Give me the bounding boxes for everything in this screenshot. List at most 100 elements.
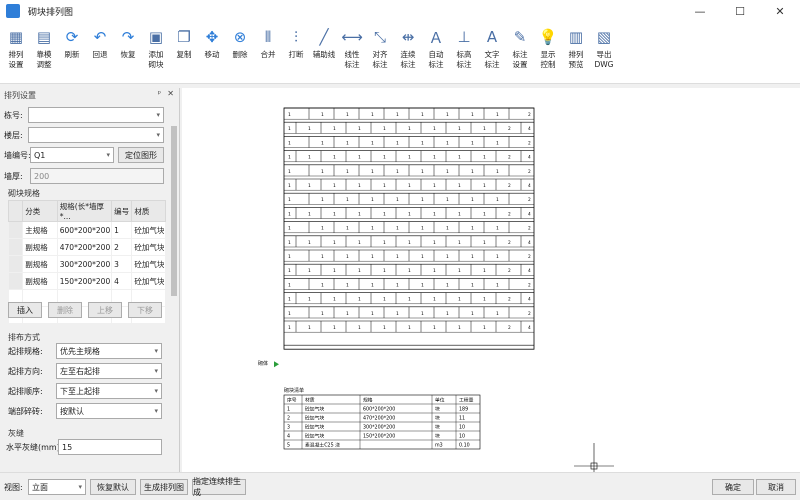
spec-col-category[interactable]: 分类 — [22, 200, 58, 222]
spec-cell[interactable]: 3 — [111, 255, 133, 273]
toolbar-redo-button[interactable]: ↷ 恢复 — [114, 22, 142, 83]
insert-button[interactable]: 插入 — [8, 302, 42, 318]
block-number: 1 — [321, 282, 324, 288]
toolbar-arrange-settings-button[interactable]: ▦ 排列 设置 — [2, 22, 30, 83]
quantity-header-cell: 工程量 — [459, 397, 474, 404]
spec-cell[interactable]: 300*200*200 — [56, 255, 113, 273]
direction-combo[interactable]: 左至右起排 ▾ — [56, 363, 162, 379]
spec-cell[interactable]: 主规格 — [22, 221, 58, 239]
spec-cell[interactable]: 470*200*200 — [56, 238, 113, 256]
floor-combo[interactable]: ▾ — [28, 127, 164, 143]
toolbar-elevation-dim-button[interactable]: ⊥ 标高 标注 — [450, 22, 478, 83]
toolbar-delete-button[interactable]: ⊗ 删除 — [226, 22, 254, 83]
reset-default-button[interactable]: 恢复默认 — [90, 479, 136, 495]
wall-number-combo[interactable]: Q1 ▾ — [30, 147, 114, 163]
minimize-button[interactable]: — — [680, 0, 720, 22]
toolbar-annot-settings-button[interactable]: ✎ 标注 设置 — [506, 22, 534, 83]
spec-cell[interactable]: 砼加气块 — [131, 221, 166, 239]
toolbar-merge-button[interactable]: ⫴ 合并 — [254, 22, 282, 83]
block-number: 1 — [396, 226, 399, 232]
block-number: 1 — [483, 240, 486, 246]
h-joint-input[interactable]: 15 — [58, 439, 162, 455]
toolbar-copy-button[interactable]: ❐ 复制 — [170, 22, 198, 83]
scrollbar-thumb[interactable] — [171, 126, 177, 296]
move-down-button[interactable]: 下移 — [128, 302, 162, 318]
spec-cell[interactable]: 副规格 — [22, 272, 58, 290]
spec-cell[interactable]: 1 — [111, 221, 133, 239]
block-number: 1 — [346, 254, 349, 260]
ok-button[interactable]: 确定 — [712, 479, 754, 495]
order-combo[interactable]: 下至上起排 ▾ — [56, 383, 162, 399]
panel-scrollbar[interactable] — [170, 116, 178, 456]
toolbar-label: 删除 — [232, 50, 248, 59]
move-up-button[interactable]: 上移 — [88, 302, 122, 318]
building-combo[interactable]: ▾ — [28, 107, 164, 123]
text-annot-icon: A — [486, 28, 498, 46]
row-header[interactable] — [7, 272, 24, 290]
toolbar-label: 标注 设置 — [512, 50, 528, 69]
toolbar-label: 靠模 调整 — [36, 50, 52, 69]
toolbar-add-block-button[interactable]: ▣ 添加 砌块 — [142, 22, 170, 83]
toolbar-break-button[interactable]: ⫶ 打断 — [282, 22, 310, 83]
block-number: 1 — [471, 282, 474, 288]
toolbar-label: 刷新 — [64, 50, 80, 59]
spec-cell[interactable]: 副规格 — [22, 238, 58, 256]
spec-table-row[interactable]: 副规格 300*200*200 3 砼加气块 — [7, 255, 166, 273]
spec-cell[interactable]: 600*200*200 — [56, 221, 113, 239]
toolbar-aligned-dim-button[interactable]: ⤡ 对齐 标注 — [366, 22, 394, 83]
toolbar-move-button[interactable]: ✥ 移动 — [198, 22, 226, 83]
spec-col-material[interactable]: 材质 — [131, 200, 166, 222]
spec-cell[interactable]: 4 — [111, 272, 133, 290]
block-number: 1 — [308, 126, 311, 132]
spec-table-row[interactable]: 副规格 470*200*200 2 砼加气块 — [7, 238, 166, 256]
toolbar-linear-dim-button[interactable]: ⟷ 线性 标注 — [338, 22, 366, 83]
spec-cell[interactable]: 砼加气块 — [131, 238, 166, 256]
order-value: 下至上起排 — [60, 386, 100, 396]
toolbar-display-control-button[interactable]: 💡 显示 控制 — [534, 22, 562, 83]
generate-layout-button[interactable]: 生成排列图 — [140, 479, 188, 495]
toolbar-arrange-preview-button[interactable]: ▥ 排列 预览 — [562, 22, 590, 83]
delete-row-button[interactable]: 删除 — [48, 302, 82, 318]
spec-cell[interactable]: 砼加气块 — [131, 255, 166, 273]
specify-continuous-button[interactable]: 指定连续排生成 — [192, 477, 246, 497]
pin-icon[interactable]: ᵖ — [158, 89, 161, 98]
drawing-canvas[interactable]: 1111111112111111111241111111112111111111… — [182, 88, 800, 472]
block-number: 2 — [508, 183, 511, 189]
block-number: 1 — [333, 126, 336, 132]
toolbar-undo-button[interactable]: ↶ 回退 — [86, 22, 114, 83]
toolbar-continuous-dim-button[interactable]: ⇹ 连续 标注 — [394, 22, 422, 83]
panel-close-icon[interactable]: ✕ — [167, 89, 174, 98]
block-number: 1 — [358, 268, 361, 274]
spec-table-row[interactable]: 主规格 600*200*200 1 砼加气块 — [7, 221, 166, 239]
spec-col-size[interactable]: 规格(长*墙厚*... — [56, 200, 113, 222]
toolbar-mold-adjust-button[interactable]: ▤ 靠模 调整 — [30, 22, 58, 83]
spec-col-number[interactable]: 编号 — [111, 200, 133, 222]
block-number: 1 — [458, 240, 461, 246]
toolbar-label: 线性 标注 — [344, 50, 360, 69]
spec-cell[interactable]: 副规格 — [22, 255, 58, 273]
toolbar-refresh-button[interactable]: ⟳ 刷新 — [58, 22, 86, 83]
maximize-button[interactable]: ☐ — [720, 0, 760, 22]
row-header[interactable] — [7, 221, 24, 239]
start-spec-combo[interactable]: 优先主规格 ▾ — [56, 343, 162, 359]
end-brick-combo[interactable]: 按默认 ▾ — [56, 403, 162, 419]
quantity-cell: 块 — [435, 424, 440, 431]
thickness-field[interactable]: 200 — [30, 168, 164, 184]
toolbar-export-dwg-button[interactable]: ▧ 导出 DWG — [590, 22, 618, 83]
view-combo[interactable]: 立面 ▾ — [28, 479, 86, 495]
toolbar-text-annot-button[interactable]: A 文字 标注 — [478, 22, 506, 83]
row-header[interactable] — [7, 238, 24, 256]
quantity-cell: 150*200*200 — [363, 434, 395, 440]
spec-cell[interactable]: 砼加气块 — [131, 272, 166, 290]
block-number: 1 — [308, 155, 311, 161]
toolbar-auto-dim-button[interactable]: Ａ 自动 标注 — [422, 22, 450, 83]
start-spec-label: 起排规格: — [8, 347, 43, 356]
locate-graphic-button[interactable]: 定位图形 — [118, 147, 164, 163]
spec-cell[interactable]: 2 — [111, 238, 133, 256]
spec-cell[interactable]: 150*200*200 — [56, 272, 113, 290]
spec-table-row[interactable]: 副规格 150*200*200 4 砼加气块 — [7, 272, 166, 290]
cancel-button[interactable]: 取消 — [756, 479, 796, 495]
toolbar-auxiliary-line-button[interactable]: ╱ 辅助线 — [310, 22, 338, 83]
row-header[interactable] — [7, 255, 24, 273]
close-button[interactable]: ✕ — [760, 0, 800, 22]
